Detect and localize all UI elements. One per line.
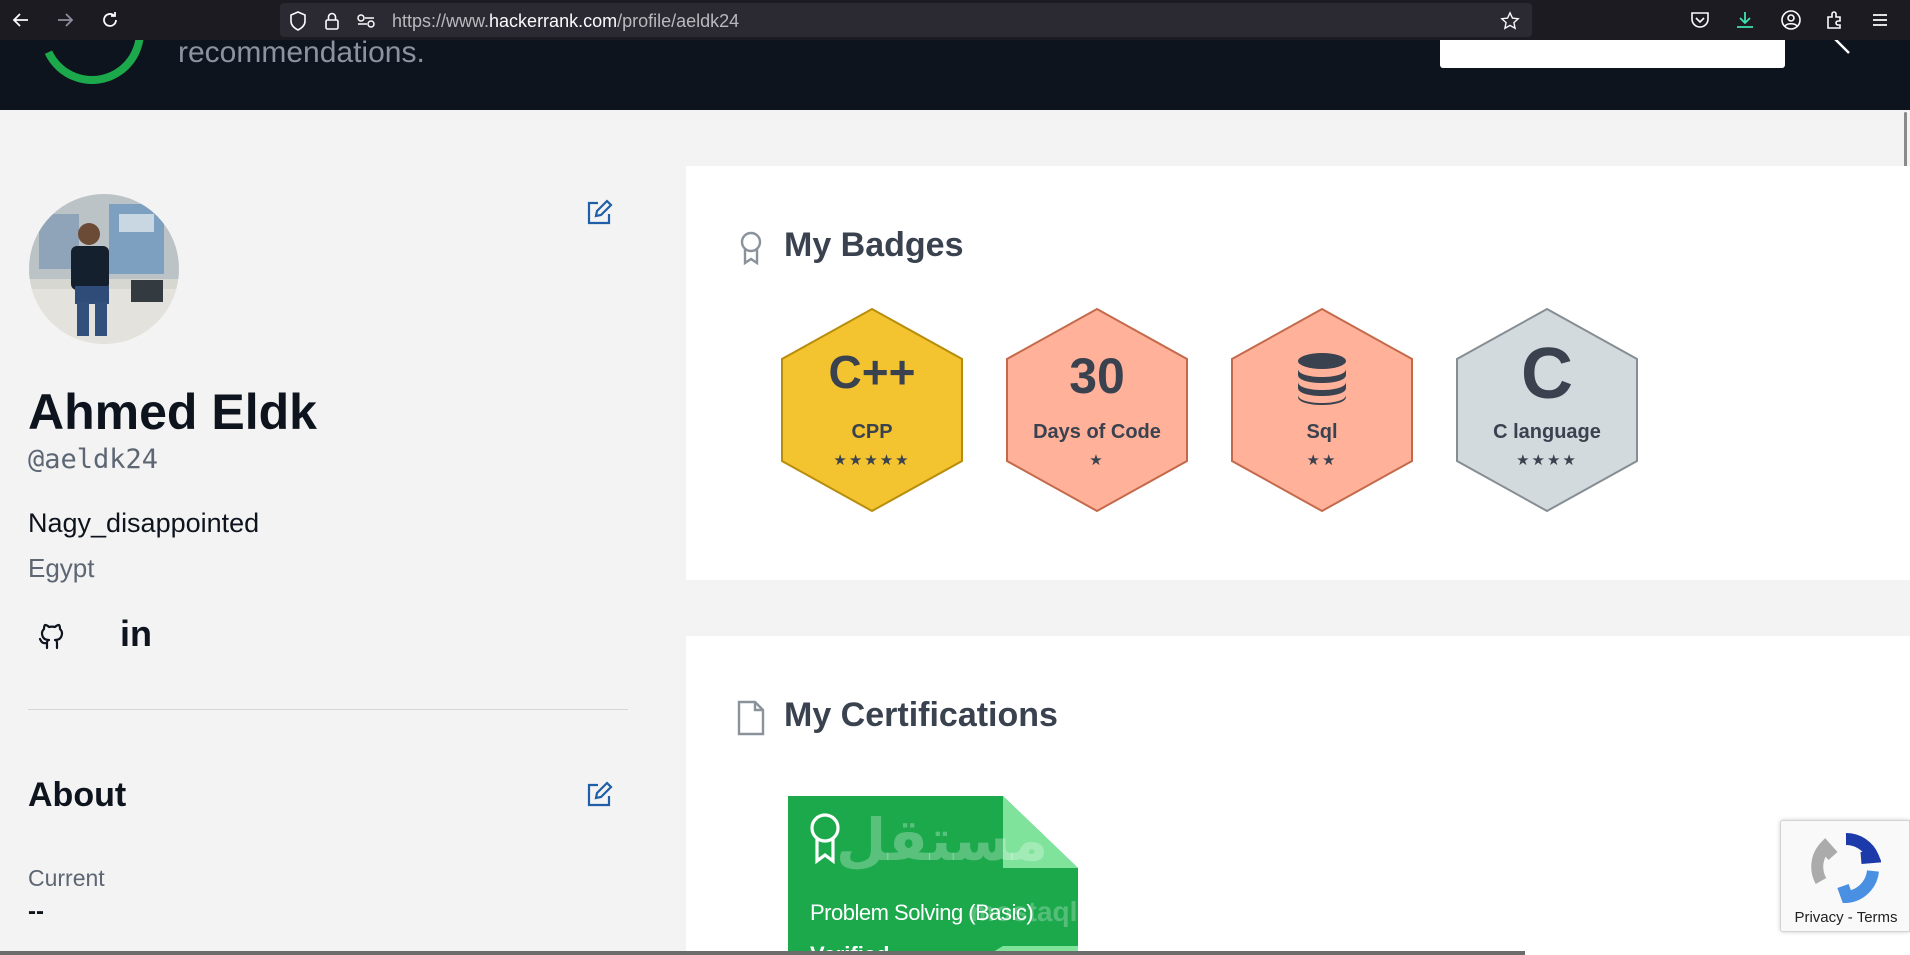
database-icon bbox=[1298, 353, 1346, 405]
browser-toolbar: https://www.hackerrank.com/profile/aeldk… bbox=[0, 0, 1910, 40]
thirty-glyph: 30 bbox=[1069, 348, 1125, 404]
permissions-icon[interactable] bbox=[356, 11, 376, 31]
forward-button[interactable] bbox=[50, 6, 80, 34]
profile-name: Ahmed Eldk bbox=[28, 384, 317, 440]
badge-label: Days of Code bbox=[1033, 421, 1161, 443]
current-label: Current bbox=[28, 865, 105, 891]
header-action-button[interactable] bbox=[1440, 40, 1785, 68]
badge-stars: ★★★★ bbox=[1516, 451, 1578, 469]
menu-icon[interactable] bbox=[1868, 8, 1892, 32]
cpp-glyph: C++ bbox=[828, 346, 916, 398]
link-separator: - bbox=[1843, 909, 1857, 926]
shield-icon[interactable] bbox=[288, 11, 308, 31]
site-header: recommendations. bbox=[0, 40, 1910, 110]
badge-label: C language bbox=[1493, 421, 1601, 443]
watermark-latin: mostaql.com bbox=[970, 896, 1143, 927]
badge-label: CPP bbox=[851, 421, 893, 443]
profile-country: Egypt bbox=[28, 553, 95, 583]
edit-about-icon[interactable] bbox=[584, 780, 614, 810]
badge-stars: ★★★★★ bbox=[833, 451, 911, 469]
forward-arrow-icon bbox=[58, 13, 74, 27]
horizontal-scrollbar[interactable] bbox=[0, 951, 1525, 955]
avatar[interactable] bbox=[29, 194, 179, 344]
back-button[interactable] bbox=[6, 6, 36, 34]
badge-label: Sql bbox=[1306, 421, 1338, 443]
back-arrow-icon bbox=[12, 13, 28, 27]
badge-days-of-code[interactable]: 30 Days of Code ★ bbox=[1004, 307, 1190, 513]
badge-ribbon-icon bbox=[736, 230, 766, 266]
profile-bio: Nagy_disappointed bbox=[28, 508, 260, 538]
reload-button[interactable] bbox=[95, 6, 125, 34]
terms-link[interactable]: Terms bbox=[1857, 909, 1898, 926]
profile-divider bbox=[28, 709, 628, 710]
c-glyph: C bbox=[1521, 334, 1573, 414]
pocket-icon[interactable] bbox=[1688, 8, 1712, 32]
badge-sql[interactable]: Sql ★★ bbox=[1229, 307, 1415, 513]
extensions-icon[interactable] bbox=[1823, 8, 1847, 32]
certifications-title: My Certifications bbox=[784, 696, 1058, 734]
recaptcha-links: Privacy - Terms bbox=[1781, 909, 1910, 926]
badge-c-language[interactable]: C C language ★★★★ bbox=[1454, 307, 1640, 513]
about-title: About bbox=[28, 776, 127, 814]
downloads-icon[interactable] bbox=[1733, 8, 1757, 32]
current-value: -- bbox=[28, 898, 44, 925]
profile-username: @aeldk24 bbox=[28, 444, 159, 475]
url-bar[interactable]: https://www.hackerrank.com/profile/aeldk… bbox=[280, 3, 1532, 37]
close-icon[interactable] bbox=[1826, 40, 1852, 56]
badge-stars: ★★ bbox=[1306, 451, 1338, 469]
account-icon[interactable] bbox=[1779, 8, 1803, 32]
header-tagline: recommendations. bbox=[178, 40, 425, 69]
bookmark-star-icon[interactable] bbox=[1500, 11, 1520, 31]
badge-stars: ★ bbox=[1089, 451, 1105, 469]
badges-title: My Badges bbox=[784, 226, 964, 264]
recaptcha-icon bbox=[1811, 833, 1881, 903]
reload-icon bbox=[103, 12, 117, 27]
linkedin-icon[interactable]: in bbox=[120, 616, 154, 652]
badge-cpp[interactable]: C++ CPP ★★★★★ bbox=[779, 307, 965, 513]
privacy-link[interactable]: Privacy bbox=[1794, 909, 1843, 926]
edit-profile-icon[interactable] bbox=[584, 198, 614, 228]
github-icon[interactable] bbox=[35, 617, 69, 651]
progress-ring bbox=[25, 40, 159, 99]
recaptcha-badge[interactable]: Privacy - Terms bbox=[1780, 820, 1910, 932]
document-icon bbox=[736, 700, 766, 736]
lock-icon[interactable] bbox=[322, 11, 342, 31]
watermark-arabic: مستقل bbox=[836, 806, 1049, 874]
url-text[interactable]: https://www.hackerrank.com/profile/aeldk… bbox=[392, 11, 739, 32]
